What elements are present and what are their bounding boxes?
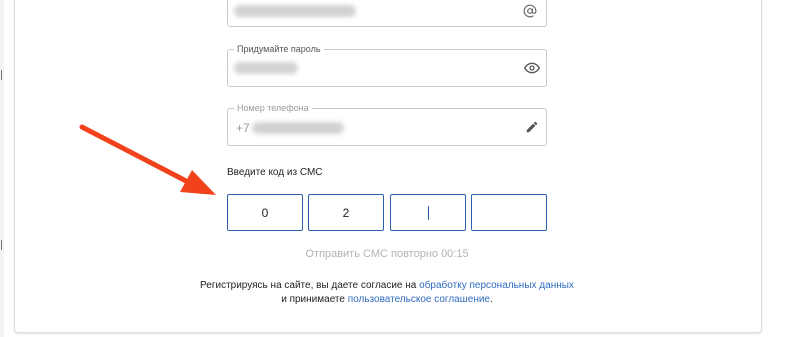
annotation-arrow [79,124,216,195]
